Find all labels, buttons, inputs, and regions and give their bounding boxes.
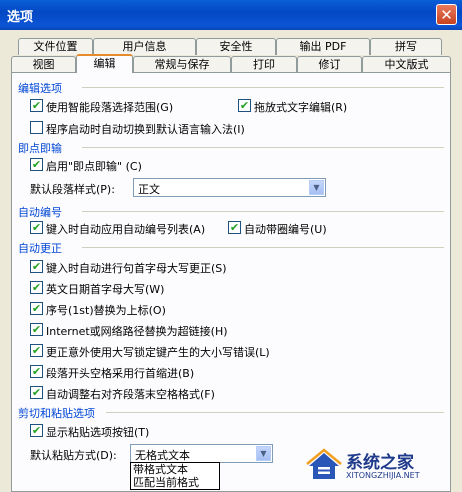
click-type-label: 启用"即点即输" (C) bbox=[46, 160, 142, 173]
default-paste-dropdown: 带格式文本 匹配当前格式 bbox=[130, 462, 220, 490]
chevron-down-icon[interactable]: ▼ bbox=[256, 446, 271, 461]
tab-revisions[interactable]: 修订 bbox=[297, 56, 362, 73]
watermark-name: 系统之家 bbox=[346, 453, 414, 473]
smart-para-label: 使用智能段落选择范围(G) bbox=[46, 101, 174, 114]
english-date-checkbox[interactable]: ✔ bbox=[30, 281, 43, 294]
capslock-label: 更正意外使用大写锁定键产生的大小写错误(L) bbox=[46, 346, 270, 359]
hyperlink-checkbox[interactable]: ✔ bbox=[30, 323, 43, 336]
tab-security[interactable]: 安全性 bbox=[196, 38, 276, 55]
auto-ime-label: 程序启动时自动切换到默认语言输入法(I) bbox=[46, 123, 245, 136]
tab-file-locations[interactable]: 文件位置 bbox=[18, 38, 93, 55]
section-auto-numbering: 自动编号 bbox=[18, 206, 62, 219]
tab-chinese-layout[interactable]: 中文版式 bbox=[362, 56, 451, 73]
ordinal-label: 序号(1st)替换为上标(O) bbox=[46, 304, 166, 317]
window-title: 选项 bbox=[7, 10, 34, 25]
tab-print[interactable]: 打印 bbox=[231, 56, 297, 73]
drag-edit-label: 拖放式文字编辑(R) bbox=[254, 101, 348, 114]
tab-output-pdf[interactable]: 输出 PDF bbox=[276, 38, 370, 55]
default-paste-label: 默认粘贴方式(D): bbox=[30, 449, 117, 462]
default-para-style-label: 默认段落样式(P): bbox=[30, 183, 115, 196]
default-paste-value: 无格式文本 bbox=[135, 449, 190, 462]
capitalize-first-label: 键入时自动进行句首字母大写更正(S) bbox=[46, 262, 227, 275]
section-autocorrect: 自动更正 bbox=[18, 242, 62, 255]
indent-space-checkbox[interactable]: ✔ bbox=[30, 365, 43, 378]
auto-list-checkbox[interactable]: ✔ bbox=[30, 221, 43, 234]
drag-edit-checkbox[interactable]: ✔ bbox=[238, 99, 251, 112]
separator bbox=[82, 87, 444, 88]
section-cut-paste: 剪切和粘贴选项 bbox=[18, 407, 95, 420]
tab-user-info[interactable]: 用户信息 bbox=[93, 38, 196, 55]
tab-spelling[interactable]: 拼写 bbox=[370, 38, 442, 55]
separator bbox=[82, 211, 444, 212]
tab-edit[interactable]: 编辑 bbox=[76, 54, 133, 73]
dropdown-option[interactable]: 带格式文本 bbox=[131, 463, 219, 476]
separator bbox=[82, 247, 444, 248]
title-bar: 选项 ✕ bbox=[0, 0, 462, 30]
section-click-type: 即点即输 bbox=[18, 142, 62, 155]
align-space-label: 自动调整右对齐段落末空格格式(F) bbox=[46, 388, 215, 401]
chevron-down-icon[interactable]: ▼ bbox=[309, 180, 324, 195]
site-logo-icon bbox=[306, 448, 342, 479]
tab-view[interactable]: 视图 bbox=[11, 56, 76, 73]
section-edit-options: 编辑选项 bbox=[18, 82, 62, 95]
auto-ime-checkbox[interactable] bbox=[30, 121, 43, 134]
dropdown-option[interactable]: 匹配当前格式 bbox=[131, 476, 219, 489]
circle-num-label: 自动带圈编号(U) bbox=[244, 223, 327, 236]
tab-general-save[interactable]: 常规与保存 bbox=[133, 56, 231, 73]
ordinal-checkbox[interactable]: ✔ bbox=[30, 302, 43, 315]
align-space-checkbox[interactable]: ✔ bbox=[30, 386, 43, 399]
capitalize-first-checkbox[interactable]: ✔ bbox=[30, 260, 43, 273]
separator bbox=[106, 412, 444, 413]
close-icon[interactable]: ✕ bbox=[436, 4, 457, 25]
default-paste-select[interactable]: 无格式文本 ▼ bbox=[130, 444, 273, 463]
english-date-label: 英文日期首字母大写(W) bbox=[46, 283, 165, 296]
default-para-style-select[interactable]: 正文 ▼ bbox=[133, 178, 326, 197]
circle-num-checkbox[interactable]: ✔ bbox=[228, 221, 241, 234]
smart-para-checkbox[interactable]: ✔ bbox=[30, 99, 43, 112]
hyperlink-label: Internet或网络路径替换为超链接(H) bbox=[46, 325, 228, 338]
indent-space-label: 段落开头空格采用行首缩进(B) bbox=[46, 367, 195, 380]
watermark: 系统之家 XITONGZHIJIA.NET bbox=[306, 446, 456, 486]
watermark-url: XITONGZHIJIA.NET bbox=[346, 471, 420, 480]
paste-btn-checkbox[interactable]: ✔ bbox=[30, 424, 43, 437]
auto-list-label: 键入时自动应用自动编号列表(A) bbox=[46, 223, 206, 236]
click-type-checkbox[interactable]: ✔ bbox=[30, 158, 43, 171]
separator bbox=[82, 147, 444, 148]
paste-btn-label: 显示粘贴选项按钮(T) bbox=[46, 426, 150, 439]
capslock-checkbox[interactable]: ✔ bbox=[30, 344, 43, 357]
default-para-style-value: 正文 bbox=[138, 183, 160, 196]
